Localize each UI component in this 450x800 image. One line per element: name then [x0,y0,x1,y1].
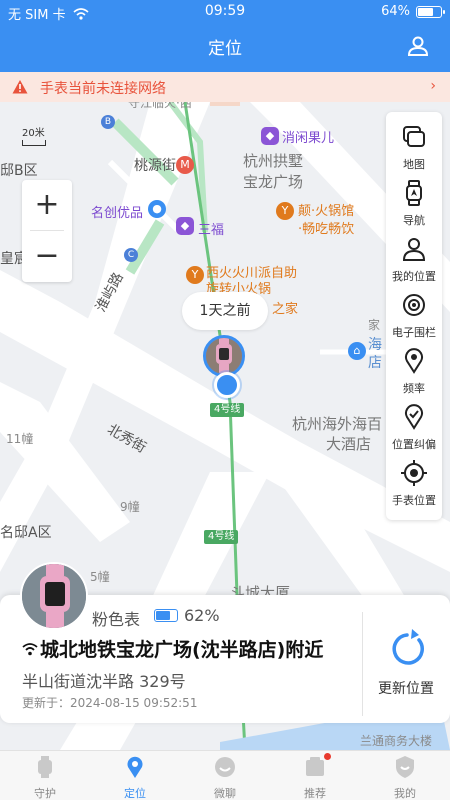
alert-text: 手表当前未连接网络 [40,81,166,97]
map-scale: 20米 [22,124,46,146]
device-battery-icon [154,609,178,622]
map-label-sanfu: 三福 [198,223,225,238]
map-label-mingdi-a: 名邸A区 [0,525,52,541]
watch-avatar-pin[interactable] [203,335,245,377]
network-alert-banner[interactable]: 手表当前未连接网络 › [0,72,450,102]
frequency-pin-icon [405,348,423,374]
map-label-dian-1: 颠·火锅馆 [298,204,355,219]
hotel-icon: ⌂ [348,342,366,360]
map-toolbar: 地图 导航 我的位置 电子围栏 频率 位置纠偏 手表位置 [386,112,442,520]
map-label-top: 守江临火·西 [128,102,192,110]
tool-watch-location-button[interactable]: 手表位置 [386,452,442,520]
map-label-dian-2: ·畅吃畅饮 [298,222,355,237]
map-label-di: 邸B区 [0,163,38,179]
app-header: 无 SIM 卡 09:59 64% 定位 [0,0,450,72]
map-label-haiwai-2: 大酒店 [326,435,372,453]
map-poi-c-icon: C [124,248,138,262]
map-label-bldg-5: 5幢 [90,570,110,584]
shopping-poi-icon: ◆ [261,127,279,145]
device-battery-percent: 62% [184,606,220,625]
restaurant-icon: Y [186,266,204,284]
tab-chat[interactable]: 微聊 [180,751,270,800]
map-layers-icon [403,126,425,147]
geofence-icon [403,294,425,316]
metro-station-icon: M [176,156,194,174]
metro-line-tag: 4号线 [210,403,245,417]
metro-line-tag: 4号线 [204,530,239,544]
watch-icon [38,756,52,778]
device-name: 粉色表 [92,610,141,629]
tab-recommend[interactable]: 推荐 [270,751,360,800]
location-pin-icon [127,756,143,778]
recommend-icon [306,757,324,776]
map-poi-b-icon: B [101,115,115,129]
last-seen-bubble: 1天之前 [182,292,268,330]
status-bar: 无 SIM 卡 09:59 64% [0,0,450,24]
map-label-zhijia: 之家 [272,302,299,317]
profile-shield-icon [396,756,414,778]
status-battery-icon [416,6,445,18]
zoom-in-button[interactable]: + [22,180,72,230]
map-label-gongshu-1: 杭州拱墅 [243,152,304,170]
map-label-jia: 家 [368,318,381,332]
page-title: 定位 [208,39,242,59]
update-timestamp: 更新于：2024-08-15 09:52:51 [22,696,198,710]
zoom-control: + − [22,180,72,282]
map-label-taoyuan: 桃源街 [134,158,176,174]
refresh-location-button[interactable]: 更新位置 [362,612,450,716]
restaurant-icon: Y [276,202,294,220]
watch-photo-icon [22,564,86,628]
map-label-hai-1: 海 [368,337,382,353]
zoom-out-button[interactable]: − [22,231,72,281]
chat-icon [215,757,235,777]
tab-location[interactable]: 定位 [90,751,180,800]
map-label-gongshu-2: 宝龙广场 [243,173,304,191]
map-label-hai-2: 店 [368,355,382,371]
chevron-right-icon: › [430,78,436,94]
battery-percent: 64% [381,4,410,19]
device-avatar[interactable] [20,562,88,630]
device-battery-level [156,611,170,620]
notification-badge [324,753,331,760]
tab-guard[interactable]: 守护 [0,751,90,800]
map-label-bldg-11: 11幢 [6,432,34,446]
status-battery-level [418,8,434,16]
map-label-xiaojie: 消闲果儿 [282,131,335,146]
device-address: 城北地铁宝龙广场(沈半路店)附近 [40,639,324,661]
shopping-poi-icon: ◆ [176,217,194,235]
bottom-tab-bar: 守护 定位 微聊 推荐 我的 [0,750,450,800]
map-label-haiwai-1: 杭州海外海百 [292,415,383,433]
watch-navigation-icon [406,180,422,206]
refresh-icon [392,629,424,665]
store-pin-icon: ● [148,200,166,218]
crosshair-icon [401,460,427,486]
map-label-lantong: 兰通商务大楼 [360,734,433,748]
location-correct-icon [405,404,423,430]
map-label-bldg-9: 9幢 [120,500,140,514]
user-location-icon[interactable] [406,34,430,58]
warning-icon [12,80,28,94]
device-street: 半山街道沈半路 329号 [22,672,186,691]
map-label-mingchuang: 名创优品 [91,206,144,221]
watch-photo-icon [206,338,242,374]
tab-mine[interactable]: 我的 [360,751,450,800]
person-icon [402,238,426,261]
current-location-dot [214,372,240,398]
wifi-icon [22,643,38,656]
